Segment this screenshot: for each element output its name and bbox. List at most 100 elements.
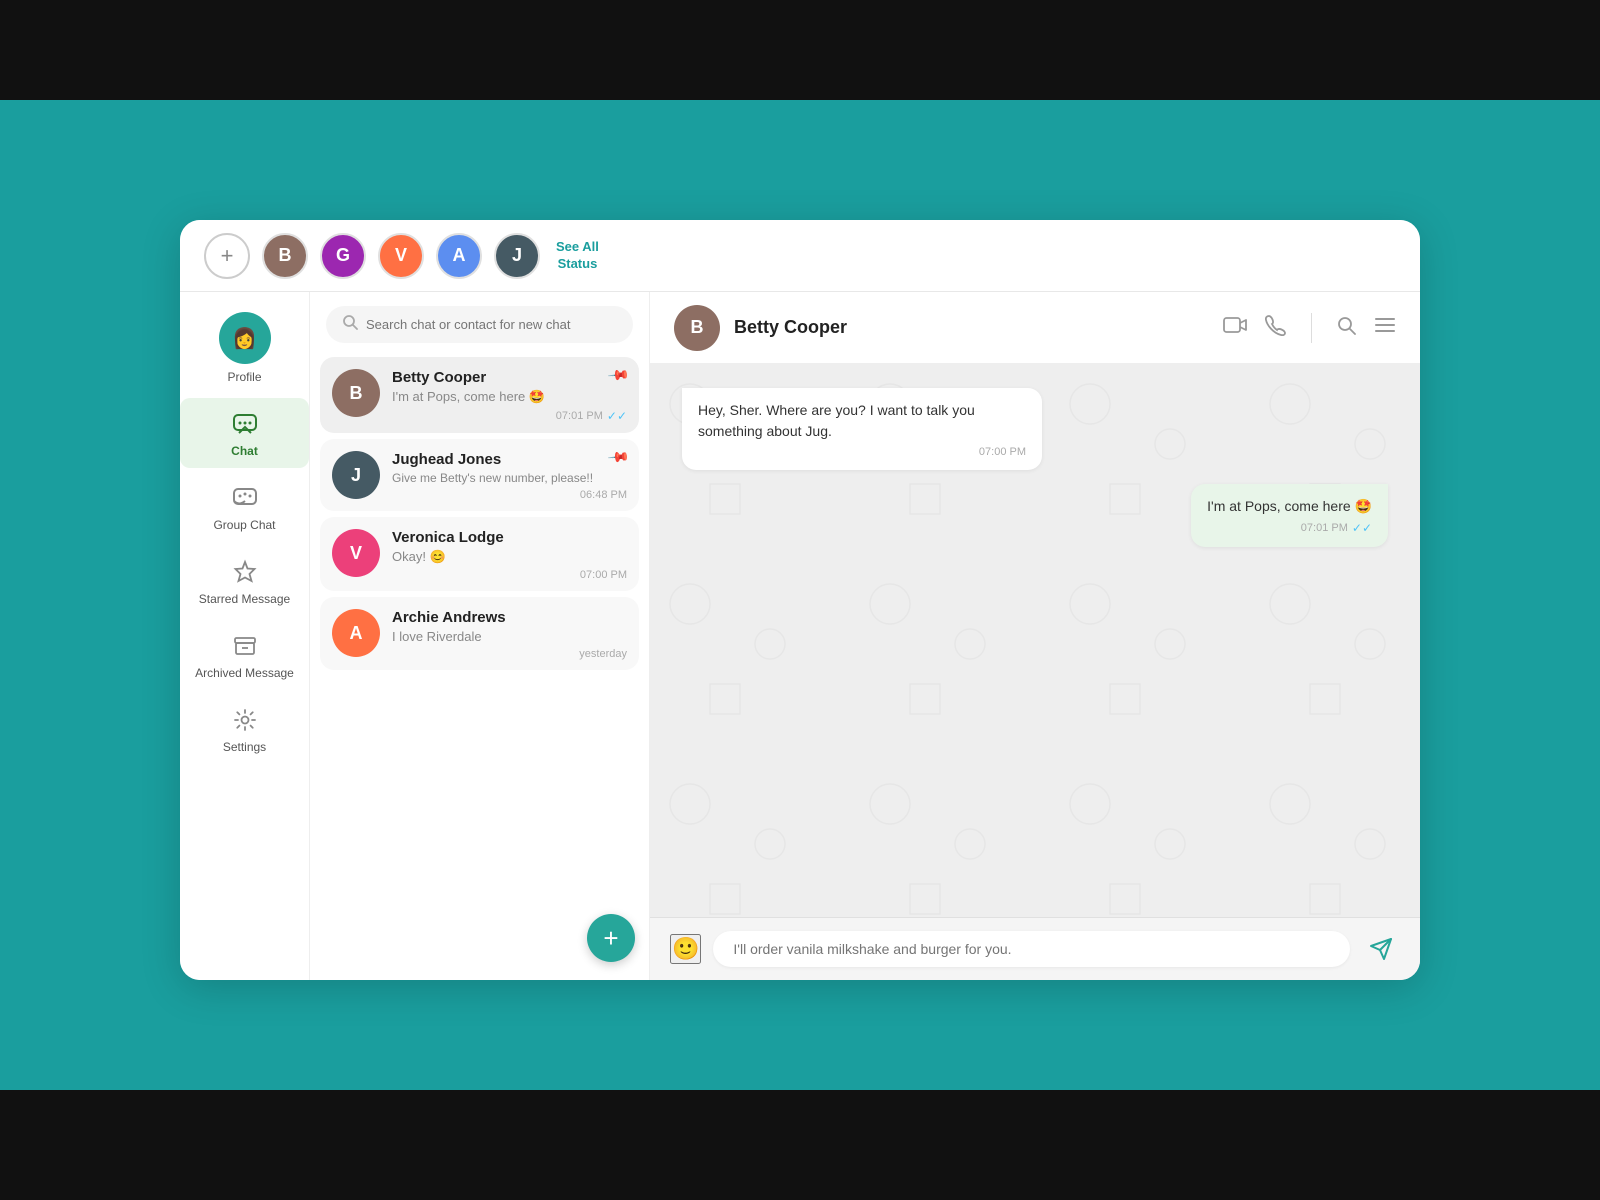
message-input[interactable]	[713, 931, 1350, 967]
chat-items: B Betty Cooper I'm at Pops, come here 🤩 …	[310, 353, 649, 980]
sidebar-label-chat: Chat	[231, 444, 258, 458]
video-call-icon[interactable]	[1223, 315, 1247, 341]
group-chat-icon	[229, 482, 261, 514]
header-actions	[1223, 313, 1396, 343]
status-avatar-5[interactable]: J	[494, 233, 540, 279]
status-avatar-4[interactable]: A	[436, 233, 482, 279]
message-sent-1: I'm at Pops, come here 🤩 07:01 PM ✓✓	[1191, 484, 1388, 547]
chat-icon	[229, 408, 261, 440]
sidebar-item-starred[interactable]: Starred Message	[180, 546, 309, 616]
sidebar-item-settings[interactable]: Settings	[180, 694, 309, 764]
chat-name-archie: Archie Andrews	[392, 609, 627, 626]
avatar-initials-1: B	[264, 235, 306, 277]
msg-text-2: I'm at Pops, come here 🤩	[1207, 496, 1372, 517]
search-bar	[310, 292, 649, 353]
chat-area: B Betty Cooper	[650, 292, 1420, 980]
profile-avatar: 👩	[219, 312, 271, 364]
add-status-button[interactable]: +	[204, 233, 250, 279]
messages-area: Hey, Sher. Where are you? I want to talk…	[650, 364, 1420, 917]
msg-time-1: 07:00 PM	[979, 446, 1026, 458]
chat-avatar-initial-betty: B	[332, 369, 380, 417]
sidebar-item-profile[interactable]: 👩 Profile	[180, 302, 309, 394]
chat-list-panel: B Betty Cooper I'm at Pops, come here 🤩 …	[310, 292, 650, 980]
menu-icon[interactable]	[1374, 316, 1396, 340]
chat-list-container: B Betty Cooper I'm at Pops, come here 🤩 …	[310, 353, 649, 980]
msg-check-2: ✓✓	[1352, 521, 1372, 535]
chat-item-betty[interactable]: B Betty Cooper I'm at Pops, come here 🤩 …	[320, 357, 639, 433]
chat-time-archie: yesterday	[392, 648, 627, 660]
chat-info-archie: Archie Andrews I love Riverdale yesterda…	[392, 609, 627, 660]
sidebar-label-settings: Settings	[223, 740, 266, 754]
avatar-initials-3: V	[380, 235, 422, 277]
avatar-initials-5: J	[496, 235, 538, 277]
send-button[interactable]	[1362, 930, 1400, 968]
msg-meta-2: 07:01 PM ✓✓	[1207, 521, 1372, 535]
status-avatar-2[interactable]: G	[320, 233, 366, 279]
chat-header-avatar: B	[674, 305, 720, 351]
star-icon	[229, 556, 261, 588]
msg-time-2: 07:01 PM	[1301, 522, 1348, 534]
avatar-initials-4: A	[438, 235, 480, 277]
chat-time-jughead: 06:48 PM	[392, 489, 627, 501]
chat-avatar-initial-veronica: V	[332, 529, 380, 577]
see-all-label: See All	[556, 239, 599, 256]
avatar-initials-2: G	[322, 235, 364, 277]
message-received-1: Hey, Sher. Where are you? I want to talk…	[682, 388, 1042, 470]
chat-preview-veronica: Okay! 😊	[392, 549, 627, 565]
chat-avatar-betty: B	[332, 369, 380, 417]
chat-preview-betty: I'm at Pops, come here 🤩	[392, 389, 627, 405]
chat-time-veronica: 07:00 PM	[392, 569, 627, 581]
fab-plus-icon: +	[603, 923, 618, 954]
sidebar-label-starred: Starred Message	[199, 592, 290, 606]
emoji-button[interactable]: 🙂	[670, 934, 701, 964]
phone-call-icon[interactable]	[1265, 314, 1287, 342]
sidebar-label-group-chat: Group Chat	[213, 518, 275, 532]
sidebar-item-archived[interactable]: Archived Message	[180, 620, 309, 690]
chat-header: B Betty Cooper	[650, 292, 1420, 364]
chat-item-veronica[interactable]: V Veronica Lodge Okay! 😊 07:00 PM	[320, 517, 639, 591]
chat-time-text-betty: 07:01 PM	[556, 410, 603, 422]
chat-avatar-archie: A	[332, 609, 380, 657]
header-divider	[1311, 313, 1312, 343]
chat-header-avatar-initial: B	[674, 305, 720, 351]
sidebar-item-chat[interactable]: Chat	[180, 398, 309, 468]
chat-item-archie[interactable]: A Archie Andrews I love Riverdale yester…	[320, 597, 639, 670]
chat-name-jughead: Jughead Jones	[392, 451, 627, 468]
chat-input-area: 🙂	[650, 917, 1420, 980]
status-avatar-1[interactable]: B	[262, 233, 308, 279]
chat-info-veronica: Veronica Lodge Okay! 😊 07:00 PM	[392, 529, 627, 581]
main-body: 👩 Profile Chat	[180, 292, 1420, 980]
status-avatar-3[interactable]: V	[378, 233, 424, 279]
chat-avatar-initial-jughead: J	[332, 451, 380, 499]
new-chat-fab[interactable]: +	[587, 914, 635, 962]
search-icon	[342, 314, 358, 335]
sidebar-label-archived: Archived Message	[195, 666, 294, 680]
chat-time-betty: 07:01 PM ✓✓	[392, 409, 627, 423]
profile-avatar-initial: 👩	[219, 312, 271, 364]
status-label: Status	[558, 256, 598, 273]
outer-background: + B G V A J See All Status	[0, 0, 1600, 1200]
sidebar-item-group-chat[interactable]: Group Chat	[180, 472, 309, 542]
plus-icon: +	[221, 243, 234, 269]
chat-name-veronica: Veronica Lodge	[392, 529, 627, 546]
chat-preview-archie: I love Riverdale	[392, 629, 627, 644]
see-all-status-button[interactable]: See All Status	[556, 239, 599, 273]
sidebar-nav: 👩 Profile Chat	[180, 292, 310, 980]
msg-meta-1: 07:00 PM	[698, 446, 1026, 458]
chat-avatar-veronica: V	[332, 529, 380, 577]
settings-icon	[229, 704, 261, 736]
status-bar: + B G V A J See All Status	[180, 220, 1420, 292]
black-bar-bottom	[0, 1090, 1600, 1200]
emoji-icon: 🙂	[672, 936, 699, 961]
archive-icon	[229, 630, 261, 662]
chat-preview-jughead: Give me Betty's new number, please!!	[392, 471, 627, 485]
search-header-icon[interactable]	[1336, 315, 1356, 341]
sidebar-label-profile: Profile	[227, 370, 261, 384]
search-input[interactable]	[366, 317, 617, 332]
black-bar-top	[0, 0, 1600, 100]
chat-avatar-initial-archie: A	[332, 609, 380, 657]
chat-info-betty: Betty Cooper I'm at Pops, come here 🤩 07…	[392, 369, 627, 423]
chat-item-jughead[interactable]: J Jughead Jones Give me Betty's new numb…	[320, 439, 639, 511]
check-icon-betty: ✓✓	[607, 409, 627, 423]
chat-info-jughead: Jughead Jones Give me Betty's new number…	[392, 451, 627, 501]
